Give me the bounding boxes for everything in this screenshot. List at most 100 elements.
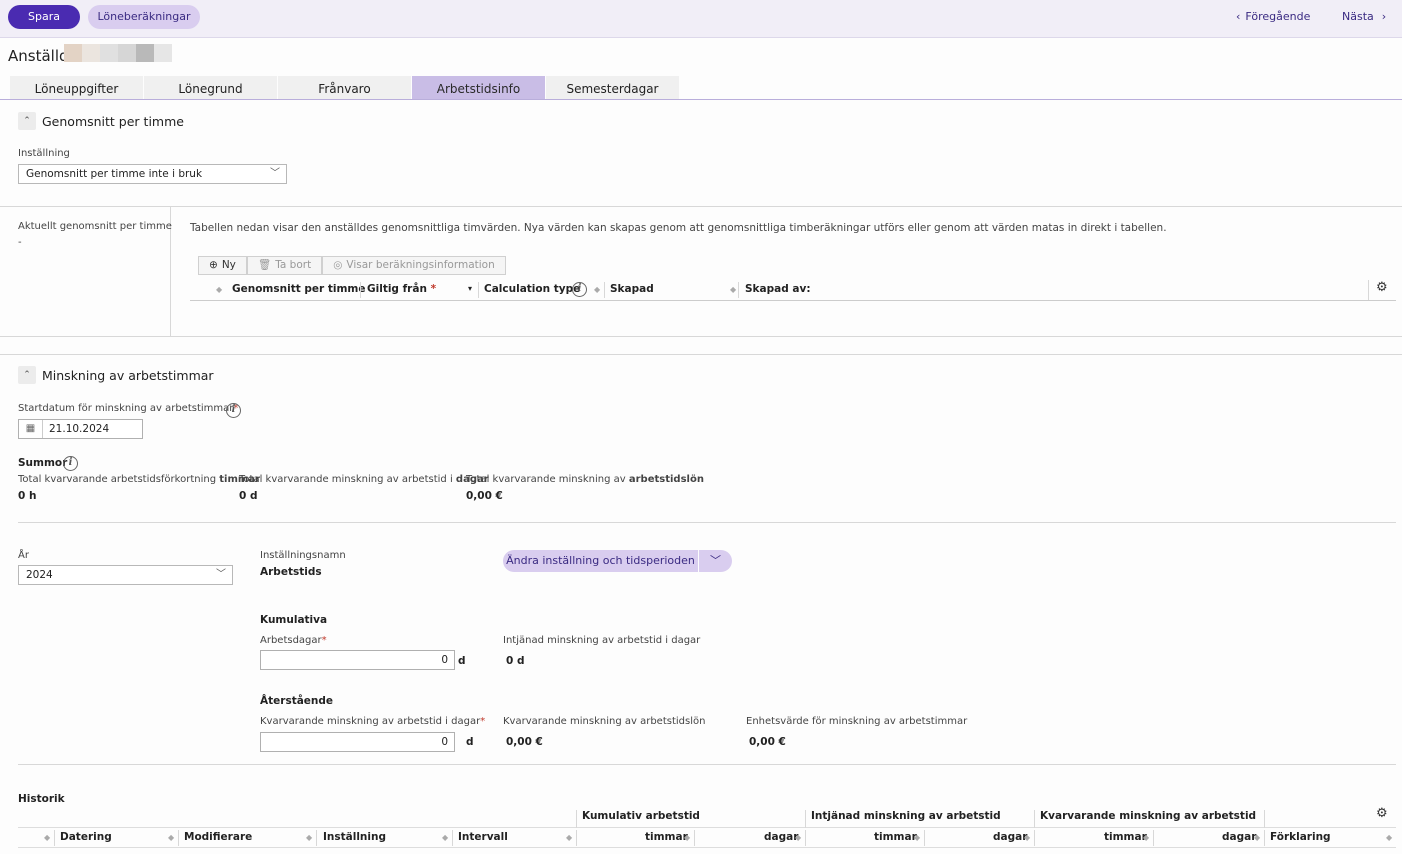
year-select[interactable]: 2024 ﹀ — [18, 565, 233, 585]
sort-icon[interactable]: ◆ — [730, 285, 736, 294]
delete-button[interactable]: 🗑 Ta bort — [246, 256, 323, 275]
group-earned: Intjänad minskning av arbetstid — [811, 810, 1001, 822]
col-remaining-hours[interactable]: timmar — [1104, 831, 1147, 843]
earned-label: Intjänad minskning av arbetstid i dagar — [503, 635, 701, 646]
history-table-header: ◆ Datering ◆ Modifierare ◆ Inställning ◆… — [18, 828, 1396, 848]
page-title: Anställd — [8, 47, 69, 65]
sort-icon[interactable]: ◆ — [594, 285, 600, 294]
col-date[interactable]: Datering — [60, 831, 112, 843]
tab-divider — [0, 99, 1402, 100]
change-setting-dropdown[interactable]: ﹀ — [699, 550, 732, 572]
remaining-days-input[interactable]: 0 — [260, 732, 455, 752]
col-sep — [694, 830, 695, 846]
start-date-input[interactable]: ▦ 21.10.2024 — [18, 419, 143, 439]
gear-icon[interactable]: ⚙ — [1376, 806, 1388, 821]
col-created[interactable]: Skapad — [610, 283, 654, 295]
sum-hours-label: Total kvarvarande arbetstidsförkortning … — [18, 474, 260, 485]
remaining-days-unit: d — [466, 736, 474, 748]
sort-icon[interactable]: ◆ — [914, 833, 920, 842]
sort-icon[interactable]: ◆ — [1254, 833, 1260, 842]
tab-salary-basis[interactable]: Lönegrund — [144, 76, 278, 99]
workdays-input[interactable]: 0 — [260, 650, 455, 670]
collapse-reduction-button[interactable]: ⌃ — [18, 366, 36, 384]
sort-icon[interactable]: ◆ — [566, 833, 572, 842]
tab-salary-details[interactable]: Löneuppgifter — [10, 76, 144, 99]
col-cum-days[interactable]: dagar — [764, 831, 798, 843]
col-calculation-type[interactable]: Calculation type — [484, 283, 580, 295]
info-icon[interactable]: i — [63, 456, 78, 471]
sort-icon[interactable]: ◆ — [1386, 833, 1392, 842]
setting-name-value: Arbetstids — [260, 566, 322, 578]
salary-calculations-button[interactable]: Löneberäkningar — [88, 5, 200, 29]
avg-description: Tabellen nedan visar den anställdes geno… — [190, 222, 1167, 234]
previous-link[interactable]: ‹ Föregående — [1236, 10, 1310, 23]
plus-circle-icon: ⊕ — [209, 259, 218, 271]
employee-name-redacted — [64, 44, 172, 62]
col-sep — [1264, 830, 1265, 846]
sums-label: Summor — [18, 457, 68, 469]
remaining-pay-value: 0,00 € — [506, 736, 543, 748]
col-interval[interactable]: Intervall — [458, 831, 508, 843]
year-label: År — [18, 550, 29, 561]
unit-value-value: 0,00 € — [749, 736, 786, 748]
collapse-avg-button[interactable]: ⌃ — [18, 112, 36, 130]
col-modifier[interactable]: Modifierare — [184, 831, 252, 843]
show-calc-info-button[interactable]: ◎ Visar beräkningsinformation — [322, 256, 506, 275]
col-sep — [1153, 830, 1154, 846]
gear-icon[interactable]: ⚙ — [1376, 280, 1388, 295]
col-earned-days[interactable]: dagar — [993, 831, 1027, 843]
col-cum-hours[interactable]: timmar — [645, 831, 688, 843]
tab-working-time-info[interactable]: Arbetstidsinfo — [412, 76, 546, 99]
sum-days-label: Total kvarvarande minskning av arbetstid… — [239, 474, 489, 485]
col-setting[interactable]: Inställning — [323, 831, 386, 843]
chevron-down-icon: ﹀ — [216, 569, 226, 580]
sort-desc-icon[interactable]: ▾ — [468, 284, 472, 293]
next-link[interactable]: Nästa › — [1342, 10, 1386, 23]
avg-setting-select[interactable]: Genomsnitt per timme inte i bruk ﹀ — [18, 164, 287, 184]
col-sep — [178, 830, 179, 846]
cumulative-title: Kumulativa — [260, 614, 328, 626]
sum-hours-value: 0 h — [18, 490, 37, 502]
sort-icon[interactable]: ◆ — [44, 833, 50, 842]
col-remaining-days[interactable]: dagar — [1222, 831, 1256, 843]
save-button[interactable]: Spara — [8, 5, 80, 29]
info-icon[interactable]: i — [572, 282, 587, 297]
avg-section-title: Genomsnitt per timme — [42, 114, 184, 129]
col-sep — [360, 282, 361, 298]
col-valid-from[interactable]: Giltig från * — [367, 283, 436, 295]
new-button[interactable]: ⊕ Ny — [198, 256, 247, 275]
calendar-icon[interactable]: ▦ — [19, 420, 43, 438]
remaining-days-label: Kvarvarande minskning av arbetstid i dag… — [260, 716, 486, 727]
col-sep — [738, 282, 739, 298]
sort-icon[interactable]: ◆ — [168, 833, 174, 842]
workdays-label: Arbetsdagar* — [260, 635, 327, 646]
sort-icon[interactable]: ◆ — [1024, 833, 1030, 842]
sort-icon[interactable]: ◆ — [306, 833, 312, 842]
sum-pay-value: 0,00 € — [466, 490, 503, 502]
group-remaining: Kvarvarande minskning av arbetstid — [1040, 810, 1257, 822]
chevron-down-icon: ﹀ — [270, 168, 280, 179]
col-sep — [576, 830, 577, 846]
eye-icon: ◎ — [333, 259, 343, 271]
sort-icon[interactable]: ◆ — [216, 285, 222, 294]
sort-icon[interactable]: ◆ — [442, 833, 448, 842]
col-explanation[interactable]: Förklaring — [1270, 831, 1331, 843]
sort-icon[interactable]: ◆ — [1143, 833, 1149, 842]
col-sep — [576, 810, 577, 828]
sort-icon[interactable]: ◆ — [684, 833, 690, 842]
col-sep — [924, 830, 925, 846]
current-avg-value: - — [18, 237, 22, 248]
col-sep — [452, 830, 453, 846]
col-sep — [1264, 810, 1265, 828]
info-icon[interactable]: i — [226, 403, 241, 418]
sort-icon[interactable]: ◆ — [795, 833, 801, 842]
col-avg-per-hour[interactable]: Genomsnitt per timme — [232, 283, 365, 295]
tab-vacation-days[interactable]: Semesterdagar — [546, 76, 680, 99]
col-sep — [1368, 280, 1369, 300]
col-sep — [478, 282, 479, 298]
col-earned-hours[interactable]: timmar — [874, 831, 917, 843]
change-setting-button[interactable]: Ändra inställning och tidsperioden — [503, 550, 698, 572]
col-created-by[interactable]: Skapad av: — [745, 283, 811, 295]
avg-table-toolbar: ⊕ Ny 🗑 Ta bort ◎ Visar beräkningsinformatio… — [198, 256, 506, 275]
tab-absence[interactable]: Frånvaro — [278, 76, 412, 99]
